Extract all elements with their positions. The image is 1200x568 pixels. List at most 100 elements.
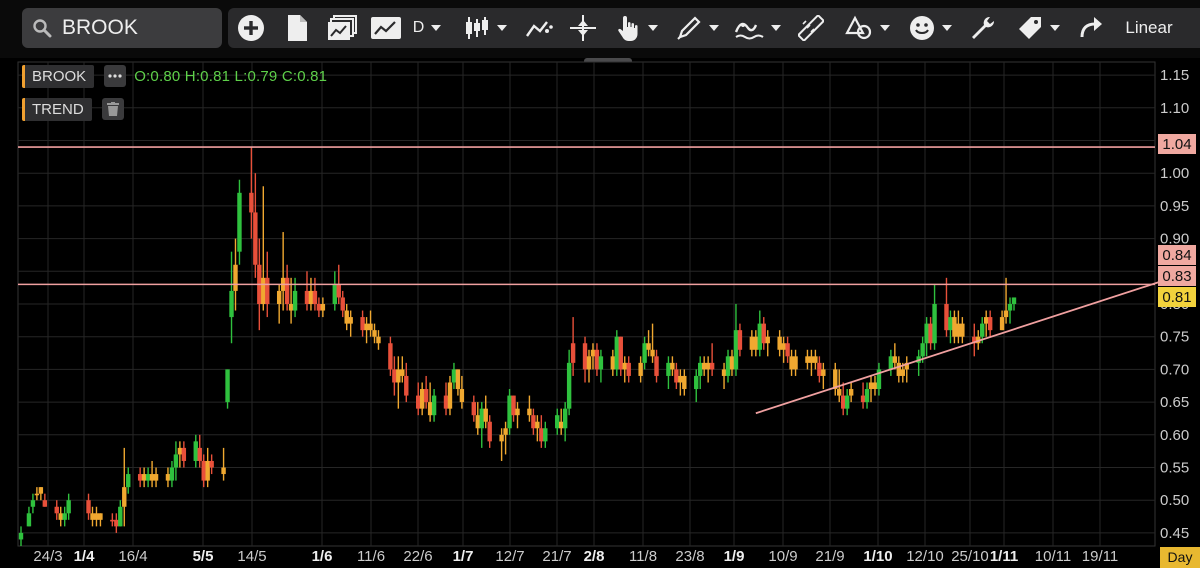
candle-body bbox=[392, 369, 397, 383]
candle-body bbox=[983, 317, 989, 324]
ruler-icon[interactable] bbox=[794, 8, 828, 48]
x-tick-label: 1/9 bbox=[724, 548, 745, 565]
x-tick-label: 11/6 bbox=[357, 548, 385, 565]
candle-body bbox=[841, 395, 846, 409]
candle-body bbox=[348, 317, 353, 324]
candle-body bbox=[284, 277, 290, 304]
candle-body bbox=[646, 343, 651, 350]
candle-body bbox=[558, 421, 564, 429]
candle-body bbox=[66, 500, 71, 514]
x-tick-label: 14/5 bbox=[237, 548, 266, 565]
x-tick-label: 12/10 bbox=[906, 548, 944, 565]
candle-body bbox=[98, 513, 103, 520]
price-axis: 1.151.101.051.000.950.900.850.800.750.70… bbox=[1158, 67, 1196, 542]
candle-body bbox=[511, 395, 516, 416]
chevron-down-icon bbox=[879, 25, 890, 31]
candle-body bbox=[566, 362, 572, 409]
candle-body bbox=[682, 375, 687, 390]
candle-body bbox=[126, 474, 131, 488]
candle-body bbox=[562, 408, 568, 429]
candle-body bbox=[721, 369, 727, 376]
candle-body bbox=[26, 513, 32, 527]
candle-body bbox=[987, 317, 993, 331]
candle-body bbox=[590, 349, 596, 357]
candle-body bbox=[650, 349, 655, 357]
scale-selector[interactable]: Linear bbox=[1114, 8, 1184, 48]
x-tick-label: 24/3 bbox=[33, 548, 62, 565]
candle-body bbox=[332, 284, 337, 304]
candle-body bbox=[149, 474, 155, 481]
candle-body bbox=[614, 336, 619, 370]
pencil-icon[interactable] bbox=[672, 8, 722, 48]
candle-body bbox=[253, 212, 258, 265]
symbol-tag[interactable]: BROOK bbox=[22, 64, 95, 88]
candle-body bbox=[626, 362, 631, 376]
candle-body bbox=[34, 493, 40, 496]
candle-body bbox=[376, 336, 381, 344]
trash-icon[interactable] bbox=[101, 98, 124, 120]
candle-body bbox=[678, 375, 683, 383]
candle-body bbox=[201, 460, 206, 481]
candle-body bbox=[924, 323, 929, 344]
layers-icon[interactable] bbox=[322, 8, 362, 48]
candle-body bbox=[451, 369, 457, 383]
candle-body bbox=[443, 395, 449, 409]
x-tick-label: 1/11 bbox=[990, 548, 1018, 565]
candle-body bbox=[793, 356, 798, 370]
candle-body bbox=[610, 356, 616, 370]
candle-body bbox=[372, 330, 377, 337]
candle-body bbox=[638, 362, 643, 376]
candle-body bbox=[888, 356, 894, 370]
scale-label: Linear bbox=[1125, 18, 1173, 37]
interval-selector[interactable]: D bbox=[410, 8, 444, 48]
trend-tag[interactable]: TREND bbox=[22, 97, 92, 121]
wave-icon[interactable] bbox=[732, 8, 782, 48]
more-icon[interactable] bbox=[104, 65, 127, 87]
candle-body bbox=[58, 513, 63, 520]
wrench-icon[interactable] bbox=[966, 8, 1000, 48]
hand-icon[interactable] bbox=[612, 8, 662, 48]
indicator-icon[interactable] bbox=[522, 8, 556, 48]
candle-body bbox=[288, 304, 294, 311]
price-label: 1.04 bbox=[1162, 136, 1191, 153]
candle-body bbox=[233, 264, 238, 291]
price-label: 0.81 bbox=[1162, 289, 1191, 306]
candle-body bbox=[265, 277, 270, 304]
candle-body bbox=[137, 474, 143, 481]
chart-icon[interactable] bbox=[368, 8, 404, 48]
candle-body bbox=[725, 356, 731, 376]
candle-body bbox=[145, 474, 151, 481]
x-tick-label: 1/6 bbox=[312, 548, 333, 565]
candle-body bbox=[980, 323, 985, 337]
shapes-icon[interactable] bbox=[840, 8, 894, 48]
time-axis: 24/3 1/4 16/4 5/5 14/5 1/6 11/6 22/6 1/7 12/7 21/7… bbox=[33, 547, 1200, 568]
symbol-search-box[interactable]: BROOK bbox=[22, 8, 222, 48]
x-axis-unit-label: Day bbox=[1168, 549, 1193, 565]
tag-icon[interactable] bbox=[1012, 8, 1064, 48]
add-icon[interactable] bbox=[234, 8, 268, 48]
chevron-down-icon bbox=[941, 25, 952, 31]
candle-body bbox=[594, 349, 600, 370]
symbol-search-input[interactable]: BROOK bbox=[62, 16, 138, 40]
smiley-icon[interactable] bbox=[904, 8, 956, 48]
candle-body bbox=[729, 356, 735, 370]
candle-body bbox=[416, 395, 421, 409]
redo-icon[interactable] bbox=[1074, 8, 1108, 48]
candle-body bbox=[765, 336, 770, 344]
candle-body bbox=[789, 356, 794, 370]
price-chart[interactable]: 1.151.101.051.000.950.900.850.800.750.70… bbox=[0, 58, 1200, 568]
candle-icon[interactable] bbox=[458, 8, 512, 48]
candle-body bbox=[785, 343, 790, 357]
candle-body bbox=[165, 474, 171, 481]
candle-body bbox=[483, 408, 488, 422]
y-tick-label: 0.45 bbox=[1160, 525, 1189, 542]
candle-body bbox=[872, 382, 878, 390]
candle-body bbox=[900, 369, 905, 376]
candle-body bbox=[837, 389, 842, 396]
symbol-legend: BROOK O:0.80 H:0.81 L:0.79 C:0.81 bbox=[22, 63, 327, 89]
chevron-down-icon bbox=[496, 25, 507, 31]
cursor-icon[interactable] bbox=[566, 8, 600, 48]
page-icon[interactable] bbox=[280, 8, 314, 48]
candle-body bbox=[753, 336, 759, 350]
candle-body bbox=[396, 369, 401, 383]
